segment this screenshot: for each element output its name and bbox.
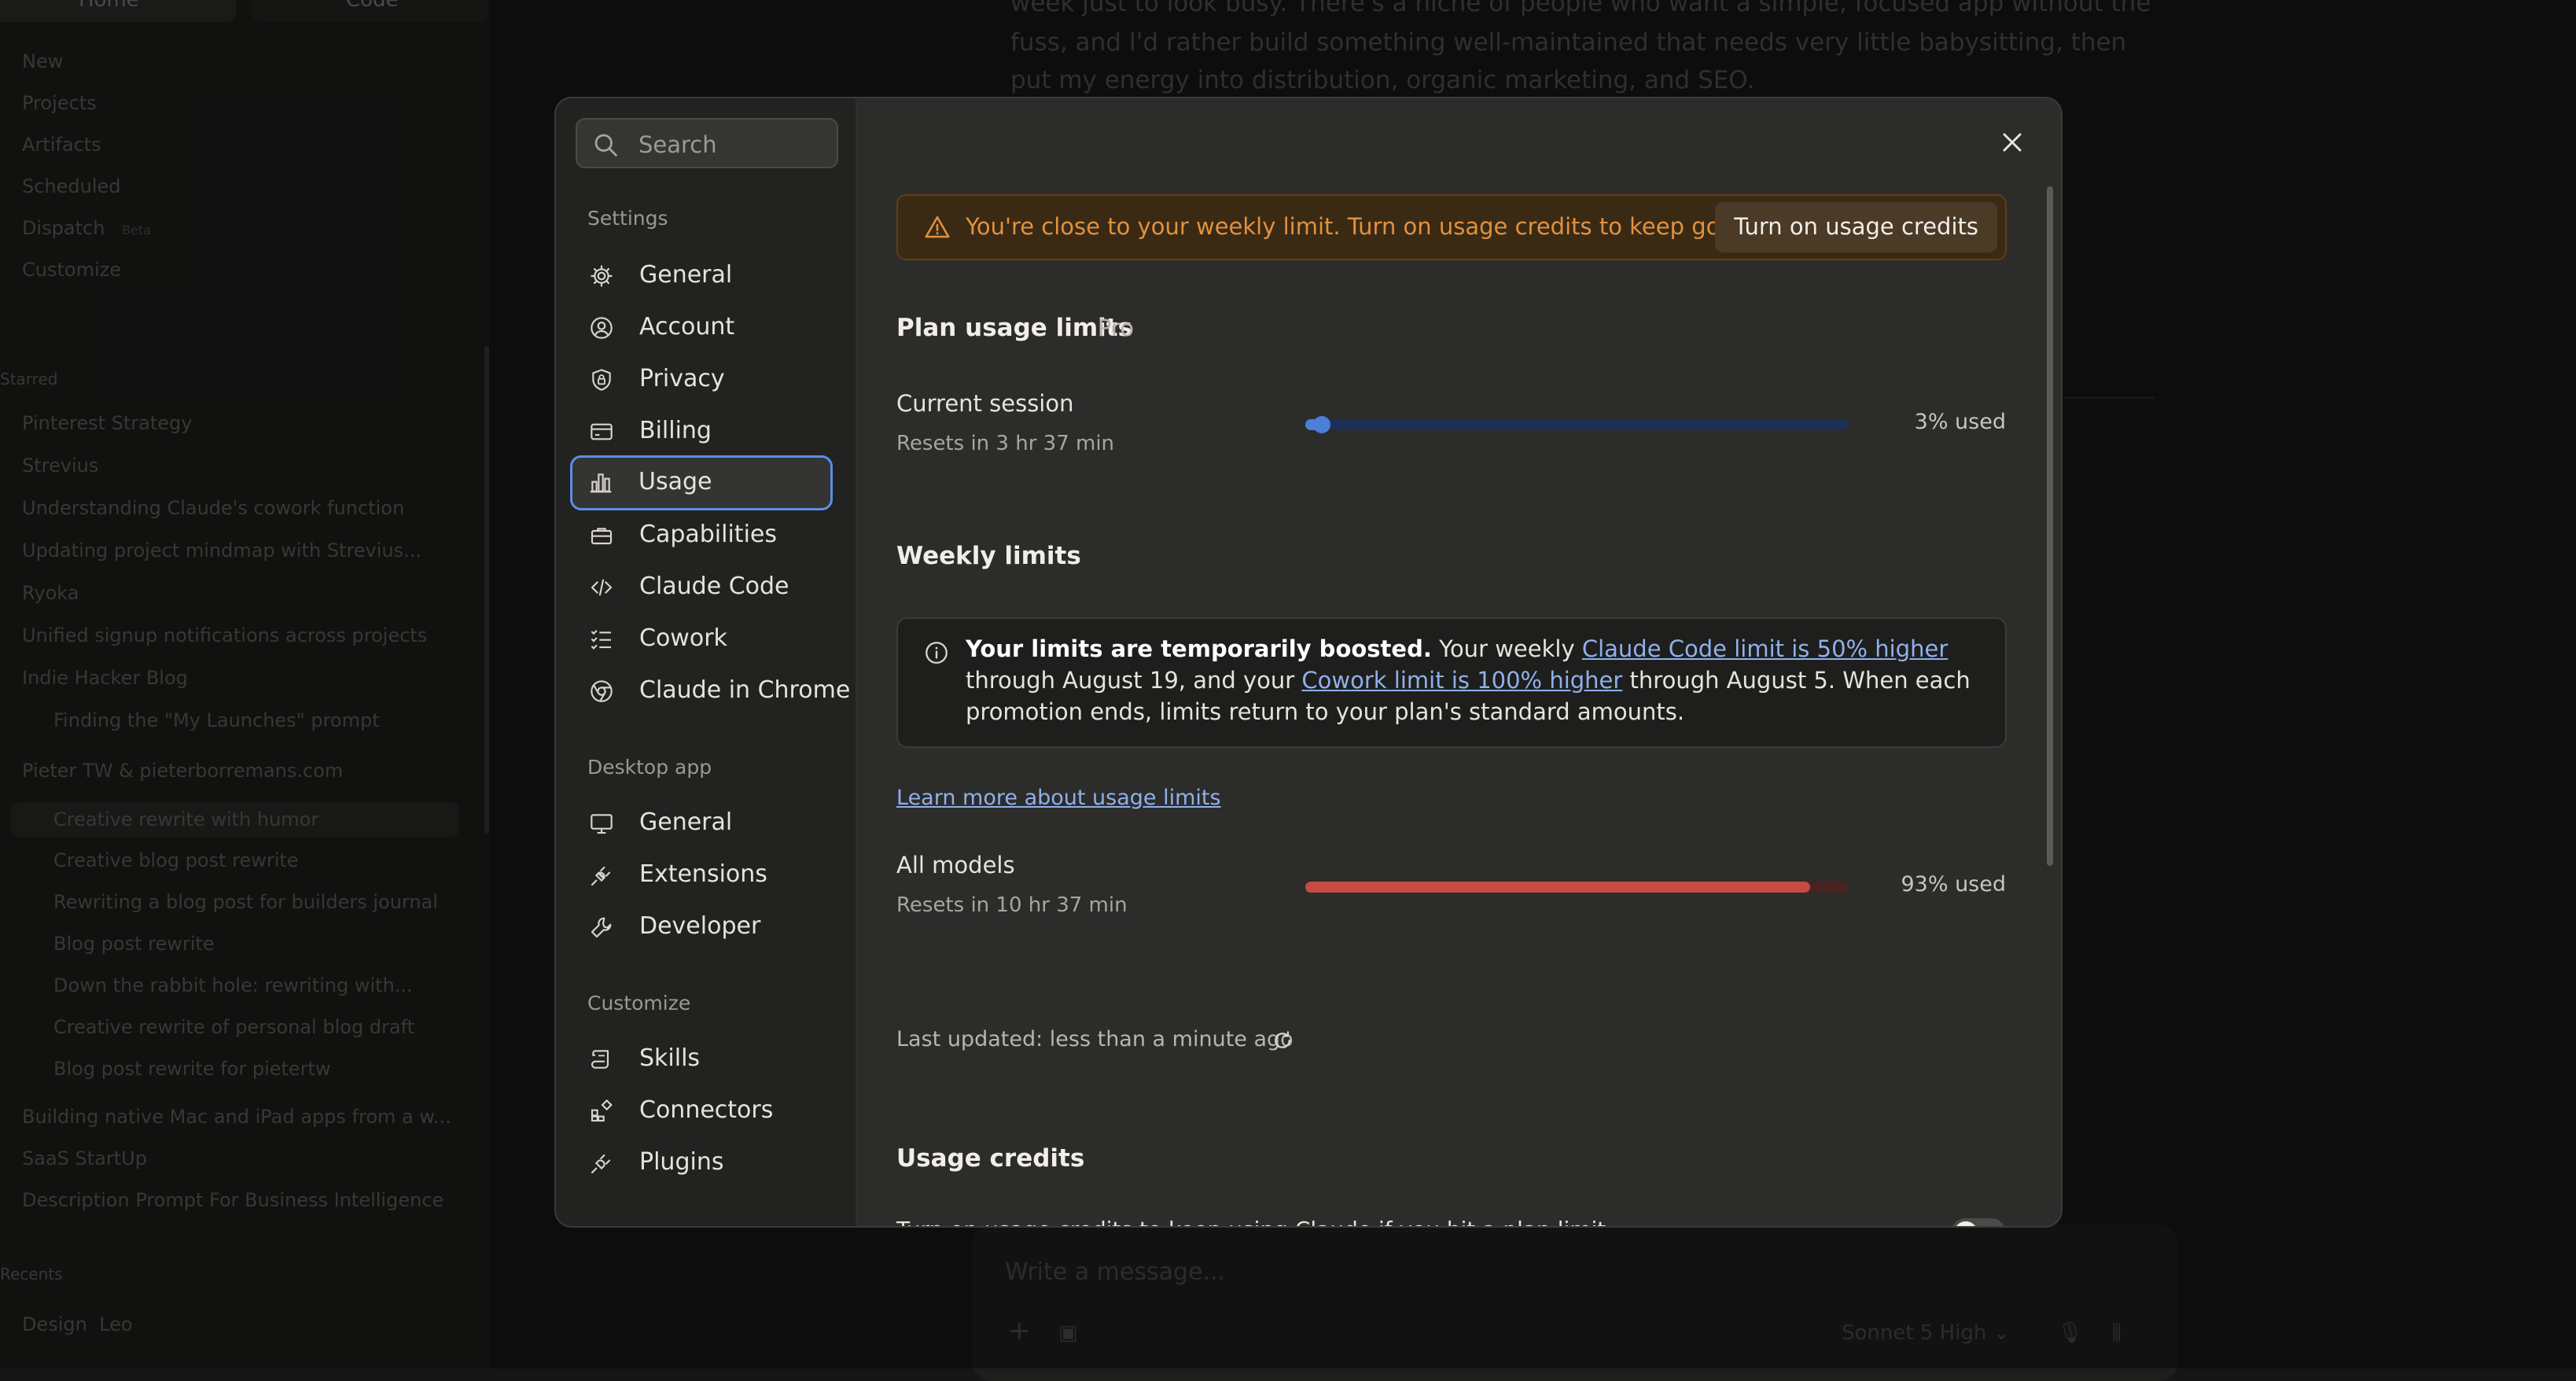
- last-updated-text: Last updated: less than a minute ago: [896, 1027, 1294, 1051]
- user-circle-icon: [591, 317, 613, 339]
- cowork-limit-link[interactable]: Cowork limit is 100% higher: [1301, 667, 1622, 694]
- current-session-label: Current session: [896, 390, 1074, 417]
- nav-capabilities-label: Capabilities: [639, 521, 777, 548]
- boost-text: Your limits are temporarily boosted. You…: [966, 633, 1974, 727]
- nav-billing-label: Billing: [639, 417, 712, 444]
- section-desktop-app: Desktop app: [587, 756, 712, 779]
- code-icon: [591, 579, 613, 596]
- nav-capabilities[interactable]: Capabilities: [572, 510, 831, 562]
- nav-cowork-label: Cowork: [639, 624, 727, 652]
- nav-skills[interactable]: Skills: [572, 1033, 831, 1085]
- boost-text-part: Your weekly: [1431, 635, 1582, 662]
- plug-icon: [591, 1154, 611, 1174]
- nav-general[interactable]: General: [572, 250, 831, 302]
- nav-desktop-general[interactable]: General: [572, 797, 831, 849]
- claude-code-limit-link[interactable]: Claude Code limit is 50% higher: [1582, 635, 1948, 662]
- credit-card-icon: [591, 423, 613, 440]
- search-icon: [594, 134, 617, 157]
- gear-icon: [591, 265, 613, 287]
- all-models-label: All models: [896, 852, 1015, 878]
- current-session-percent: 3% used: [1914, 410, 2006, 434]
- weekly-limit-banner: You're close to your weekly limit. Turn …: [896, 194, 2007, 260]
- nav-cowork[interactable]: Cowork: [572, 613, 831, 665]
- learn-more-link[interactable]: Learn more about usage limits: [896, 786, 1221, 810]
- turn-on-credits-button[interactable]: Turn on usage credits: [1715, 202, 1997, 252]
- toggle-knob: [1954, 1221, 1978, 1226]
- nav-extensions[interactable]: Extensions: [572, 849, 831, 901]
- all-models-progress-fill: [1305, 882, 1810, 893]
- nav-extensions-label: Extensions: [639, 860, 767, 888]
- nav-usage-label: Usage: [638, 468, 712, 495]
- monitor-icon: [591, 814, 613, 834]
- nav-account[interactable]: Account: [572, 302, 831, 354]
- wrench-icon: [591, 917, 612, 938]
- nav-claude-code-label: Claude Code: [639, 573, 789, 600]
- nav-privacy[interactable]: Privacy: [572, 354, 831, 406]
- nav-desktop-general-label: General: [639, 808, 733, 836]
- search-placeholder: Search: [638, 131, 717, 158]
- settings-search-input[interactable]: Search: [576, 118, 838, 168]
- info-icon: [926, 642, 948, 664]
- scroll-icon: [591, 1050, 609, 1069]
- nav-billing[interactable]: Billing: [572, 406, 831, 458]
- section-customize: Customize: [587, 992, 691, 1015]
- all-models-progress: [1305, 882, 1848, 893]
- nav-claude-in-chrome-label: Claude in Chrome: [639, 676, 851, 704]
- banner-text: You're close to your weekly limit. Turn …: [966, 213, 1763, 240]
- usage-credits-title: Usage credits: [896, 1144, 1085, 1173]
- boost-text-part: through August 19, and your: [966, 667, 1302, 694]
- nav-plugins[interactable]: Plugins: [572, 1137, 831, 1189]
- weekly-limits-title: Weekly limits: [896, 542, 1081, 570]
- plan-tier: Pro: [1098, 315, 1135, 341]
- blocks-icon: [591, 1099, 613, 1122]
- nav-developer[interactable]: Developer: [572, 901, 831, 953]
- panel-scrollbar[interactable]: [2047, 186, 2053, 866]
- nav-connectors-label: Connectors: [639, 1096, 774, 1124]
- toolbox-icon: [591, 528, 613, 545]
- nav-developer-label: Developer: [639, 912, 761, 940]
- settings-nav: Search Settings General Account Privacy …: [556, 98, 857, 1226]
- nav-privacy-label: Privacy: [639, 365, 725, 392]
- plug-icon: [591, 866, 611, 886]
- chrome-icon: [591, 680, 613, 702]
- shield-lock-icon: [592, 369, 611, 391]
- refresh-icon[interactable]: [1271, 1029, 1294, 1052]
- boost-bold: Your limits are temporarily boosted.: [966, 635, 1432, 662]
- usage-credits-toggle[interactable]: [1951, 1218, 2006, 1226]
- usage-credits-description: Turn on usage credits to keep using Clau…: [896, 1217, 1613, 1226]
- bar-chart-icon: [590, 473, 612, 493]
- nav-plugins-label: Plugins: [639, 1148, 724, 1176]
- all-models-percent: 93% used: [1901, 872, 2006, 897]
- nav-usage[interactable]: Usage: [570, 455, 833, 510]
- warning-icon: [925, 215, 950, 238]
- checklist-icon: [591, 630, 611, 650]
- usage-panel: You're close to your weekly limit. Turn …: [857, 98, 2061, 1226]
- nav-claude-in-chrome[interactable]: Claude in Chrome: [572, 665, 850, 717]
- nav-claude-code[interactable]: Claude Code: [572, 562, 831, 613]
- current-session-progress-marker: [1312, 416, 1330, 433]
- section-settings: Settings: [587, 207, 668, 230]
- close-icon[interactable]: [1996, 127, 2028, 158]
- current-session-reset: Resets in 3 hr 37 min: [896, 432, 1115, 455]
- nav-account-label: Account: [639, 313, 735, 341]
- nav-connectors[interactable]: Connectors: [572, 1085, 831, 1137]
- settings-modal: Search Settings General Account Privacy …: [554, 97, 2063, 1228]
- nav-general-label: General: [639, 261, 733, 289]
- current-session-progress: [1305, 416, 1848, 433]
- limits-boost-notice: Your limits are temporarily boosted. You…: [896, 617, 2007, 748]
- all-models-reset: Resets in 10 hr 37 min: [896, 893, 1128, 917]
- nav-skills-label: Skills: [639, 1044, 701, 1072]
